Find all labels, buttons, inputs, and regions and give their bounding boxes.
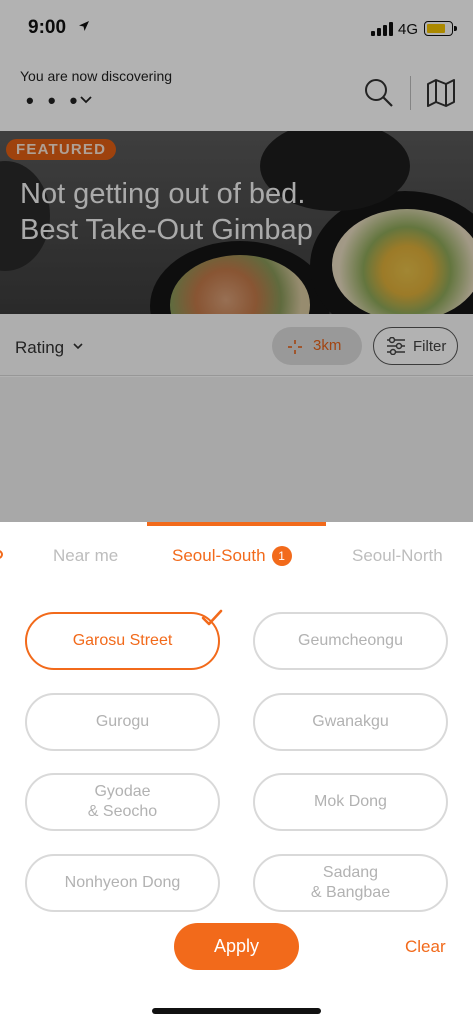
selected-count-badge: 1 — [271, 546, 292, 566]
previous-tab-dot — [0, 550, 3, 559]
area-chip-sadang-bangbae[interactable]: Sadang & Bangbae — [253, 854, 448, 912]
area-chip-gwanakgu[interactable]: Gwanakgu — [253, 693, 448, 751]
tab-near-me[interactable]: Near me — [53, 546, 118, 566]
apply-button[interactable]: Apply — [174, 923, 299, 970]
area-chip-nonhyeon-dong[interactable]: Nonhyeon Dong — [25, 854, 220, 912]
area-chip-label: Garosu Street — [72, 632, 173, 649]
area-chip-garosu-street[interactable]: Garosu Street — [25, 609, 223, 670]
area-chip-gurogu[interactable]: Gurogu — [25, 693, 220, 751]
area-picker-sheet: Near me Seoul-South 1 Seoul-North Garosu … — [0, 522, 473, 1024]
home-indicator[interactable] — [152, 1008, 321, 1014]
modal-overlay[interactable] — [0, 0, 473, 522]
checkmark-icon — [201, 609, 223, 626]
area-chip-label: Gyodae & Seocho — [87, 783, 158, 820]
area-chip-gyodae-seocho[interactable]: Gyodae & Seocho — [25, 773, 220, 831]
tab-seoul-north[interactable]: Seoul-North — [352, 546, 443, 566]
clear-button[interactable]: Clear — [405, 937, 446, 957]
discover-screen: 9:00 4G You are now discovering • • • FE… — [0, 0, 473, 522]
tab-seoul-south[interactable]: Seoul-South 1 — [172, 546, 292, 566]
tab-seoul-south-label: Seoul-South — [172, 546, 266, 565]
area-chip-label: Gwanakgu — [312, 713, 389, 730]
area-chip-label: Nonhyeon Dong — [64, 874, 181, 891]
area-chip-label: Mok Dong — [314, 793, 387, 810]
area-chip-label: Geumcheongu — [298, 632, 403, 649]
area-chip-geumcheongu[interactable]: Geumcheongu — [253, 612, 448, 670]
area-chip-mok-dong[interactable]: Mok Dong — [253, 773, 448, 831]
area-chip-label: Sadang & Bangbae — [310, 864, 391, 901]
area-chip-label: Gurogu — [95, 713, 150, 730]
active-tab-indicator — [147, 522, 326, 526]
